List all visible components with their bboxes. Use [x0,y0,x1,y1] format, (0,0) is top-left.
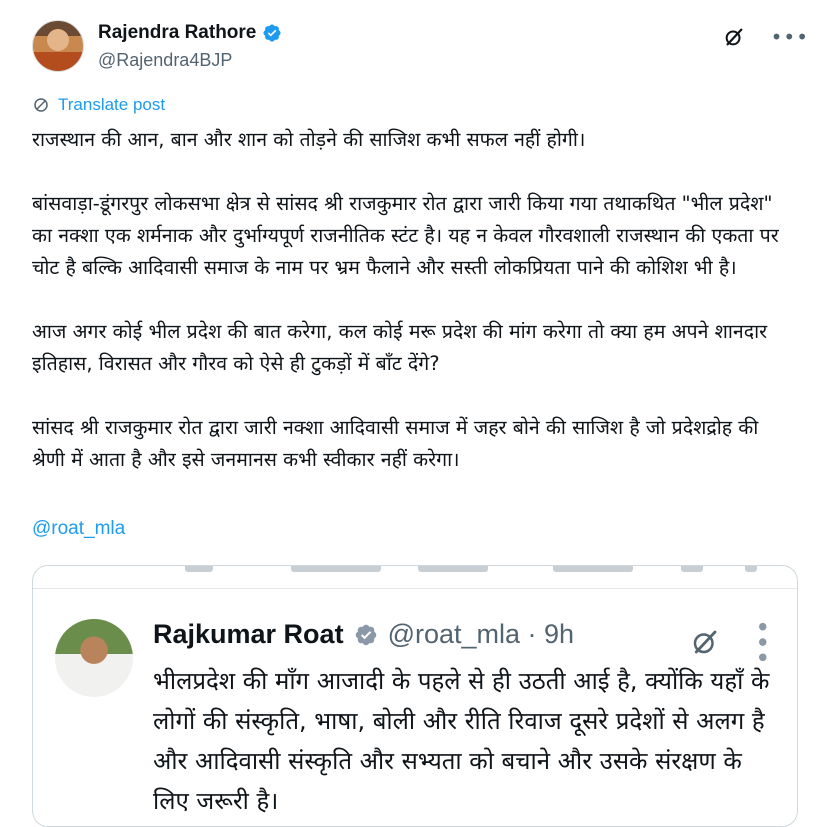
embedded-tweet: Rajkumar Roat @roat_mla · 9h ••• भीलप्रद… [33,588,797,826]
post-paragraph: सांसद श्री राजकुमार रोत द्वारा जारी नक्श… [32,416,759,471]
post-body: राजस्थान की आन, बान और शान को तोड़ने की … [32,124,792,476]
post-header: Rajendra Rathore @Rajendra4BJP ••• [32,18,815,78]
translate-icon [34,98,48,112]
author-handle[interactable]: @Rajendra4BJP [98,50,232,71]
embedded-text: भीलप्रदेश की माँग आजादी के पहले से ही उठ… [153,667,770,815]
verified-badge-icon [355,624,376,645]
grok-icon [693,630,717,654]
translate-post[interactable]: Translate post [32,95,165,115]
translate-label[interactable]: Translate post [58,95,165,115]
post-paragraph: बांसवाड़ा-डूंगरपुर लोकसभा क्षेत्र से सां… [32,192,779,279]
more-icon: ••• [746,619,776,666]
embedded-avatar [55,619,133,697]
author-avatar[interactable] [32,20,84,72]
embedded-actions: ••• [690,619,776,666]
embedded-handle-time: @roat_mla · 9h [387,619,575,649]
post-paragraph: राजस्थान की आन, बान और शान को तोड़ने की … [32,128,586,151]
verified-badge-icon [263,24,281,42]
author-name-row: Rajendra Rathore [98,22,282,44]
post-paragraph: आज अगर कोई भील प्रदेश की बात करेगा, कल क… [32,320,768,375]
embedded-header: Rajkumar Roat @roat_mla · 9h [153,619,574,650]
cropped-toolbar-strip [33,566,797,580]
grok-icon[interactable] [723,26,745,48]
post-actions: ••• [723,26,809,48]
more-icon[interactable]: ••• [771,27,809,47]
author-name[interactable]: Rajendra Rathore [98,22,256,44]
embedded-image-card[interactable]: Rajkumar Roat @roat_mla · 9h ••• भीलप्रद… [32,565,798,827]
mention-link[interactable]: @roat_mla [32,518,125,540]
embedded-author-name: Rajkumar Roat [153,619,344,649]
